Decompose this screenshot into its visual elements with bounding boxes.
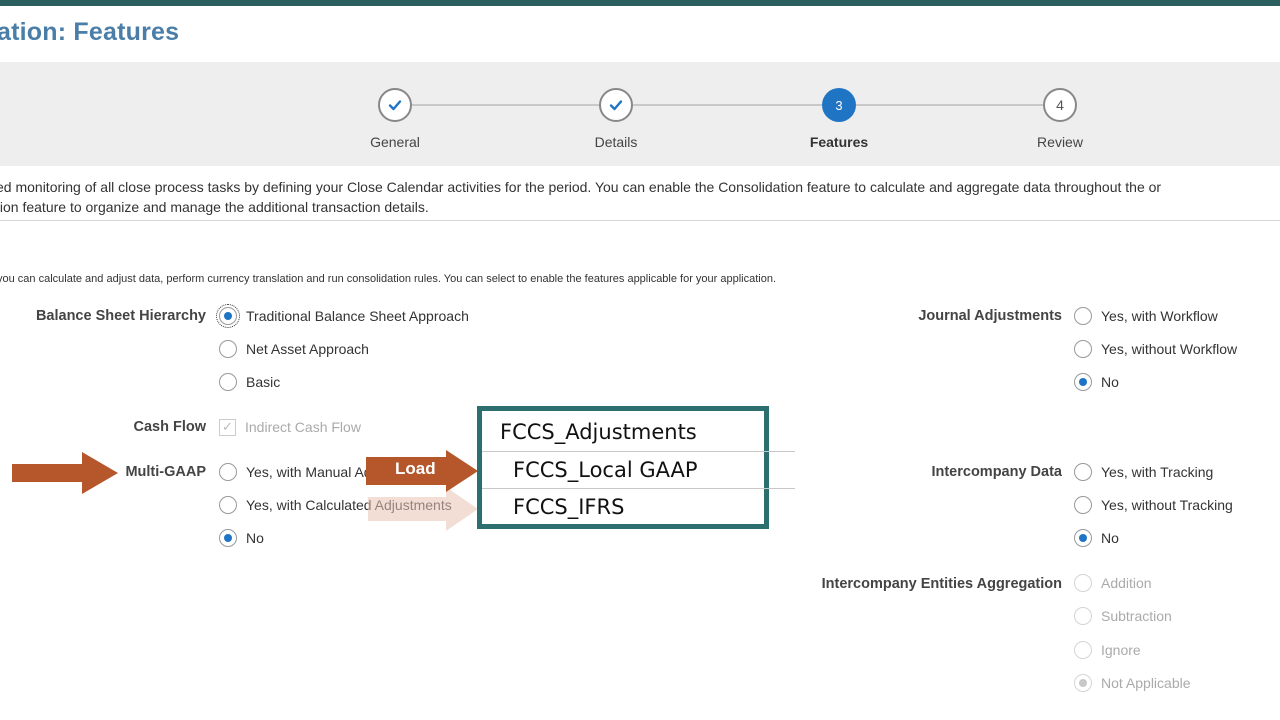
option-label: Indirect Cash Flow — [245, 419, 361, 435]
aggregation-option-not-applicable: Not Applicable — [1074, 672, 1191, 694]
option-label: Not Applicable — [1101, 675, 1191, 691]
option-label: No — [1101, 374, 1119, 390]
option-label: Subtraction — [1101, 608, 1172, 624]
option-label: Yes, with Workflow — [1101, 308, 1218, 324]
radio-button[interactable] — [1074, 340, 1092, 358]
step-number: 3 — [835, 97, 843, 113]
progress-train: 3 4 General Details Features Review — [0, 62, 1280, 166]
train-connector — [856, 104, 1043, 106]
intro-text: ed monitoring of all close process tasks… — [0, 177, 1280, 217]
journal-option-with-workflow[interactable]: Yes, with Workflow — [1074, 305, 1218, 327]
multi-gaap-option-no[interactable]: No — [219, 527, 264, 549]
train-step-general[interactable] — [378, 88, 412, 122]
radio-button — [1074, 641, 1092, 659]
option-label: Yes, with Tracking — [1101, 464, 1214, 480]
option-label: Net Asset Approach — [246, 341, 369, 357]
balance-sheet-option-net-asset[interactable]: Net Asset Approach — [219, 338, 369, 360]
balance-sheet-hierarchy-label: Balance Sheet Hierarchy — [35, 308, 206, 324]
radio-button — [1074, 674, 1092, 692]
option-label: Yes, without Tracking — [1101, 497, 1233, 513]
cash-flow-option-indirect: ✓ Indirect Cash Flow — [219, 416, 361, 438]
radio-button[interactable] — [1074, 307, 1092, 325]
callout-member: FCCS_Local GAAP — [482, 451, 795, 489]
top-accent-bar — [0, 0, 1280, 6]
multi-gaap-label: Multi-GAAP — [125, 464, 206, 480]
journal-option-no[interactable]: No — [1074, 371, 1119, 393]
checkmark-icon — [388, 100, 402, 111]
option-label: Traditional Balance Sheet Approach — [246, 308, 469, 324]
journal-adjustments-label: Journal Adjustments — [918, 308, 1062, 324]
option-label: Addition — [1101, 575, 1152, 591]
balance-sheet-option-traditional[interactable]: Traditional Balance Sheet Approach — [216, 304, 469, 328]
journal-option-without-workflow[interactable]: Yes, without Workflow — [1074, 338, 1237, 360]
train-step-review[interactable]: 4 — [1043, 88, 1077, 122]
aggregation-option-addition: Addition — [1074, 572, 1152, 594]
intercompany-data-label: Intercompany Data — [931, 464, 1062, 480]
load-arrow-label: Load — [395, 459, 436, 478]
checkmark-icon — [609, 100, 623, 111]
intercompany-option-no[interactable]: No — [1074, 527, 1119, 549]
option-label: No — [246, 530, 264, 546]
train-label-features[interactable]: Features — [769, 134, 909, 150]
option-label: Ignore — [1101, 642, 1141, 658]
aggregation-option-subtraction: Subtraction — [1074, 605, 1172, 627]
radio-button[interactable] — [219, 373, 237, 391]
page-title: ation: Features — [0, 18, 180, 46]
section-divider — [0, 220, 1280, 221]
radio-button[interactable] — [1074, 496, 1092, 514]
train-step-details[interactable] — [599, 88, 633, 122]
train-connector — [412, 104, 600, 106]
intercompany-option-with-tracking[interactable]: Yes, with Tracking — [1074, 461, 1213, 483]
radio-button[interactable] — [1074, 529, 1092, 547]
intro-line: tion feature to organize and manage the … — [0, 199, 429, 215]
cash-flow-label: Cash Flow — [133, 419, 206, 435]
intercompany-option-without-tracking[interactable]: Yes, without Tracking — [1074, 494, 1233, 516]
pointer-arrow-icon — [12, 452, 118, 494]
train-step-features[interactable]: 3 — [822, 88, 856, 122]
balance-sheet-option-basic[interactable]: Basic — [219, 371, 280, 393]
option-label: No — [1101, 530, 1119, 546]
train-connector — [633, 104, 823, 106]
radio-button — [1074, 574, 1092, 592]
radio-button — [1074, 607, 1092, 625]
radio-button[interactable] — [219, 496, 237, 514]
multi-gaap-option-manual[interactable]: Yes, with Manual Ad — [219, 461, 372, 483]
radio-button[interactable] — [216, 304, 240, 328]
radio-button[interactable] — [219, 340, 237, 358]
radio-button[interactable] — [1074, 373, 1092, 391]
fccs-members-callout: FCCS_Adjustments FCCS_Local GAAP FCCS_IF… — [477, 406, 795, 529]
radio-button[interactable] — [219, 529, 237, 547]
train-label-review[interactable]: Review — [990, 134, 1130, 150]
train-label-general[interactable]: General — [325, 134, 465, 150]
option-label: Yes, with Manual Ad — [246, 464, 372, 480]
callout-member: FCCS_IFRS — [482, 488, 795, 526]
option-label: Basic — [246, 374, 281, 390]
train-label-details[interactable]: Details — [546, 134, 686, 150]
checkbox: ✓ — [219, 418, 236, 436]
callout-member: FCCS_Adjustments — [500, 420, 697, 444]
intercompany-aggregation-label: Intercompany Entities Aggregation — [821, 576, 1062, 592]
radio-button[interactable] — [219, 463, 237, 481]
aggregation-option-ignore: Ignore — [1074, 639, 1141, 661]
option-label: Yes, without Workflow — [1101, 341, 1238, 357]
intro-line: ed monitoring of all close process tasks… — [0, 179, 1162, 195]
step-number: 4 — [1056, 97, 1064, 113]
consolidation-note: you can calculate and adjust data, perfo… — [0, 273, 777, 285]
radio-button[interactable] — [1074, 463, 1092, 481]
faded-arrow-icon — [368, 487, 478, 531]
